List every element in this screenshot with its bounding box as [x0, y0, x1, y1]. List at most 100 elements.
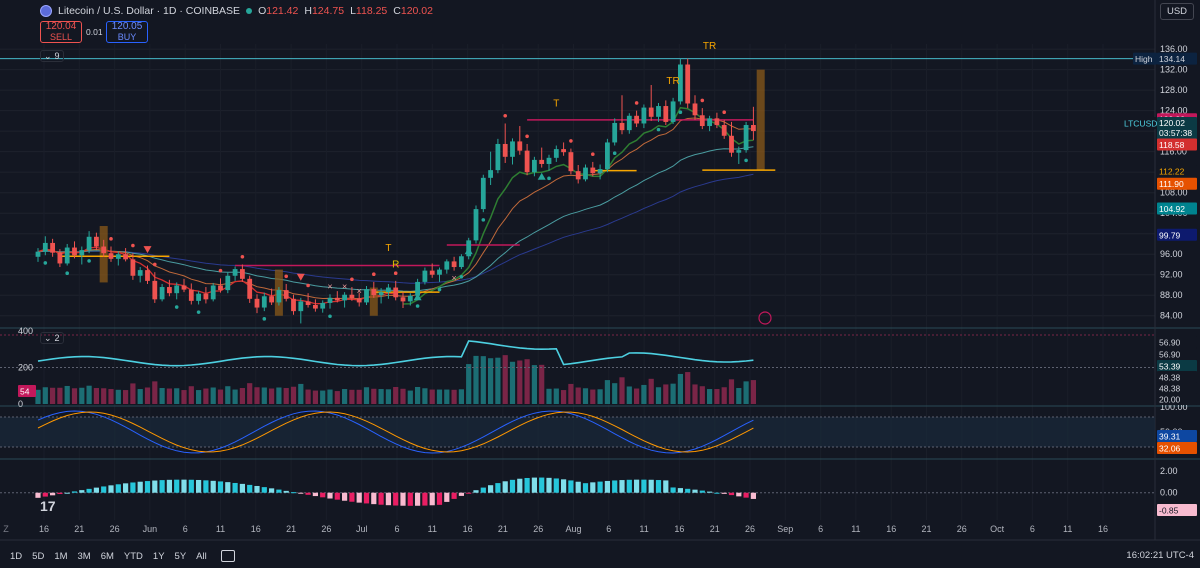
macd-histogram-bar — [334, 492, 340, 500]
volume-bar — [203, 388, 209, 404]
stoch-d-label: 32.06 — [1159, 444, 1181, 454]
volume-bar — [743, 381, 749, 404]
currency-selector[interactable]: USD — [1160, 3, 1194, 20]
candle-body — [714, 118, 720, 126]
signal-dot — [700, 98, 705, 103]
macd-histogram-bar — [685, 488, 691, 493]
signal-dot — [678, 110, 683, 114]
volume-bar — [451, 389, 457, 404]
volume-bar — [422, 388, 428, 404]
timeframe-6m[interactable]: 6M — [101, 551, 114, 562]
candle-body — [575, 171, 581, 180]
candle-body — [327, 297, 333, 303]
volume-bar — [79, 387, 85, 404]
indicators-toggle[interactable]: ⌄ 9 — [40, 50, 64, 62]
volume-value-label-4: 48.38 — [1159, 384, 1181, 394]
candle-body — [334, 297, 340, 301]
macd-tick-0: 2.00 — [1160, 466, 1178, 476]
volume-bar — [50, 387, 56, 404]
chart-app[interactable]: TTTRRTR×××× 136.00132.00128.00124.00120.… — [0, 0, 1200, 568]
time-label-15: 26 — [533, 524, 543, 534]
volume-bar — [93, 388, 99, 404]
macd-histogram-bar — [531, 477, 537, 493]
timeframe-1d[interactable]: 1D — [10, 551, 22, 562]
macd-histogram-bar — [349, 492, 355, 502]
timeframe-3m[interactable]: 3M — [78, 551, 91, 562]
volume-bar — [714, 389, 720, 404]
volume-indicators-toggle[interactable]: ⌄ 2 — [40, 332, 64, 344]
cross-marker: × — [342, 282, 347, 292]
time-label-3: 26 — [110, 524, 120, 534]
candle-body — [386, 287, 391, 293]
volume-bar — [342, 389, 348, 404]
sell-button[interactable]: 120.04 SELL — [40, 21, 82, 43]
candle-body — [692, 103, 698, 116]
signal-dot — [415, 304, 420, 308]
volume-bar — [159, 388, 165, 404]
candle-body — [232, 269, 238, 276]
candle-body — [72, 247, 77, 256]
candle-body — [605, 142, 610, 170]
volume-bar — [196, 390, 202, 404]
volume-bar — [312, 390, 318, 404]
candle-body — [751, 125, 756, 132]
candle-body — [663, 106, 669, 122]
candle-body — [612, 122, 618, 143]
clock[interactable]: 16:02:21 UTC-4 — [1126, 550, 1194, 561]
volume-bar — [509, 361, 516, 404]
macd-histogram-bar — [188, 479, 194, 493]
timeframe-all[interactable]: All — [196, 551, 207, 562]
symbol-price-tag: LTCUSD — [1124, 119, 1157, 129]
candle-body — [240, 269, 245, 279]
macd-histogram-bar — [356, 492, 362, 503]
timeframe-5y[interactable]: 5Y — [175, 551, 187, 562]
candle-body — [291, 298, 296, 312]
macd-histogram-bar — [429, 492, 435, 506]
timeframe-1y[interactable]: 1Y — [153, 551, 165, 562]
macd-histogram-bar — [378, 492, 384, 505]
signal-marker: TR — [666, 76, 679, 87]
time-label-21: 26 — [745, 524, 755, 534]
volume-bar — [349, 389, 355, 404]
timeframe-1m[interactable]: 1M — [54, 551, 67, 562]
price-tick-2: 128.00 — [1160, 85, 1188, 95]
signal-dot — [744, 158, 748, 163]
volume-bar — [750, 380, 756, 404]
volume-bar — [736, 388, 742, 404]
symbol-title[interactable]: Litecoin / U.S. Dollar · 1D · COINBASE — [58, 5, 240, 17]
volume-bar — [181, 390, 187, 404]
calendar-icon[interactable] — [220, 550, 235, 562]
volume-bar — [261, 387, 267, 404]
signal-dot — [174, 305, 179, 309]
macd-histogram-bar — [415, 492, 421, 506]
candle-body — [79, 250, 85, 256]
time-label-14: 21 — [498, 524, 508, 534]
tradingview-logo-icon[interactable]: 17 — [40, 498, 56, 514]
ohlc-high: H124.75 — [304, 5, 345, 17]
signal-dot — [437, 287, 442, 292]
candle-body — [42, 242, 48, 252]
chart-canvas[interactable]: TTTRRTR×××× 136.00132.00128.00124.00120.… — [0, 0, 1200, 568]
volume-bar — [152, 381, 158, 404]
macd-histogram-bar — [210, 480, 216, 493]
volume-ma-line — [37, 340, 754, 367]
volume-bar — [232, 389, 238, 404]
macd-histogram-bar — [298, 492, 304, 494]
macd-histogram-bar — [641, 479, 647, 493]
buy-signal-icon — [464, 247, 473, 255]
event-icon[interactable] — [758, 311, 772, 325]
volume-bar — [254, 387, 260, 404]
volume-tick-0: 400 — [18, 326, 33, 336]
macd-histogram-bar — [466, 492, 472, 494]
timeframe-5d[interactable]: 5D — [32, 551, 44, 562]
candle-body — [356, 298, 362, 303]
volume-value-label-2: 53.39 — [1159, 362, 1181, 372]
volume-bar — [677, 373, 683, 404]
candle-body — [517, 141, 523, 151]
macd-histogram-bar — [290, 492, 297, 494]
timeframe-ytd[interactable]: YTD — [124, 551, 143, 562]
candle-body — [699, 115, 705, 127]
candle-body — [707, 118, 712, 127]
buy-button[interactable]: 120.05 BUY — [106, 21, 148, 43]
signal-dot — [612, 151, 617, 156]
